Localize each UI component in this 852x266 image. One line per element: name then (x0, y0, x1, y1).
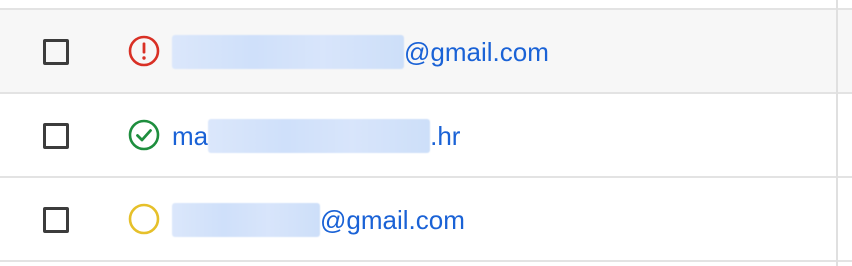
email-link[interactable]: ma .hr (172, 118, 460, 154)
email-suffix: @gmail.com (404, 36, 549, 67)
list-item[interactable]: ma .hr (0, 94, 852, 178)
check-circle-icon (127, 118, 161, 152)
column-divider (836, 0, 838, 266)
row-checkbox[interactable] (43, 39, 69, 65)
list-item[interactable]: @gmail.com (0, 10, 852, 94)
redacted-email-part (172, 203, 320, 237)
email-link[interactable]: @gmail.com (172, 202, 465, 238)
list-item[interactable]: @gmail.com (0, 178, 852, 262)
email-prefix: ma (172, 120, 209, 151)
row-checkbox[interactable] (43, 207, 69, 233)
empty-circle-icon (127, 202, 161, 236)
email-suffix: @gmail.com (320, 204, 465, 235)
email-list: @gmail.com ma .hr @gmail.com (0, 0, 852, 266)
row-checkbox[interactable] (43, 123, 69, 149)
error-circle-icon (127, 34, 161, 68)
redacted-email-part (172, 35, 404, 69)
email-suffix: .hr (430, 120, 461, 151)
redacted-email-part (208, 119, 431, 153)
email-link[interactable]: @gmail.com (172, 34, 549, 70)
